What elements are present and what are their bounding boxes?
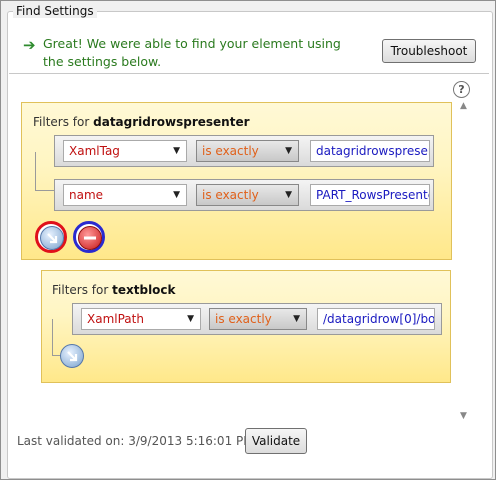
filter-group-title: Filters for textblock: [52, 283, 176, 297]
minus-icon: [84, 236, 96, 240]
value-input[interactable]: PART_RowsPresenter: [310, 184, 430, 206]
remove-filter-button[interactable]: [78, 226, 102, 250]
help-icon[interactable]: ?: [453, 81, 470, 98]
divider: [9, 73, 489, 74]
operator-select[interactable]: is exactly ▼: [209, 308, 307, 330]
troubleshoot-button[interactable]: Troubleshoot: [382, 39, 476, 63]
chevron-down-icon: ▼: [187, 314, 194, 324]
chevron-down-icon: ▼: [173, 190, 180, 200]
status-text: Great! We were able to find your element…: [43, 36, 341, 69]
add-filter-button[interactable]: [40, 226, 64, 250]
find-settings-window: Find Settings ➔ Great! We were able to f…: [0, 0, 496, 480]
filter-row: name ▼ is exactly ▼ PART_RowsPresenter: [54, 179, 434, 211]
vertical-scrollbar[interactable]: ▲ ▼: [457, 101, 471, 427]
field-select[interactable]: XamlPath ▼: [81, 308, 201, 330]
arrow-right-icon: ➔: [23, 36, 36, 54]
value-input[interactable]: /datagridrow[0]/bord: [317, 308, 435, 330]
chevron-down-icon: ▼: [285, 146, 292, 156]
filter-group-textblock: Filters for textblock XamlPath ▼ is exact…: [41, 270, 451, 383]
group-title: Find Settings: [13, 4, 97, 18]
filter-row: XamlPath ▼ is exactly ▼ /datagridrow[0]/bo…: [72, 303, 442, 335]
operator-select[interactable]: is exactly ▼: [196, 140, 299, 162]
add-child-arrow-icon: [67, 351, 78, 362]
filter-row: XamlTag▼ is exactly▼ datagridrowspresent…: [54, 135, 434, 167]
add-child-arrow-icon: [47, 233, 58, 244]
chevron-down-icon: ▼: [173, 146, 180, 156]
field-select[interactable]: XamlTag ▼: [63, 140, 187, 162]
validate-button[interactable]: Validate: [245, 428, 307, 454]
value-input[interactable]: datagridrowspresente: [310, 140, 430, 162]
operator-select[interactable]: is exactly ▼: [196, 184, 299, 206]
last-validated-text: Last validated on: 3/9/2013 5:16:01 PM: [17, 434, 254, 448]
field-select[interactable]: name ▼: [63, 184, 187, 206]
chevron-down-icon: ▼: [285, 190, 292, 200]
tree-connector: [35, 152, 54, 191]
filter-group-datagridrowspresenter: Filters for datagridrowspresenter XamlTa…: [21, 102, 452, 260]
chevron-down-icon: ▼: [293, 314, 300, 324]
scroll-up-icon[interactable]: ▲: [460, 101, 467, 111]
scroll-down-icon[interactable]: ▼: [460, 411, 467, 421]
filter-group-title: Filters for datagridrowspresenter: [33, 115, 250, 129]
add-filter-button[interactable]: [60, 344, 84, 368]
